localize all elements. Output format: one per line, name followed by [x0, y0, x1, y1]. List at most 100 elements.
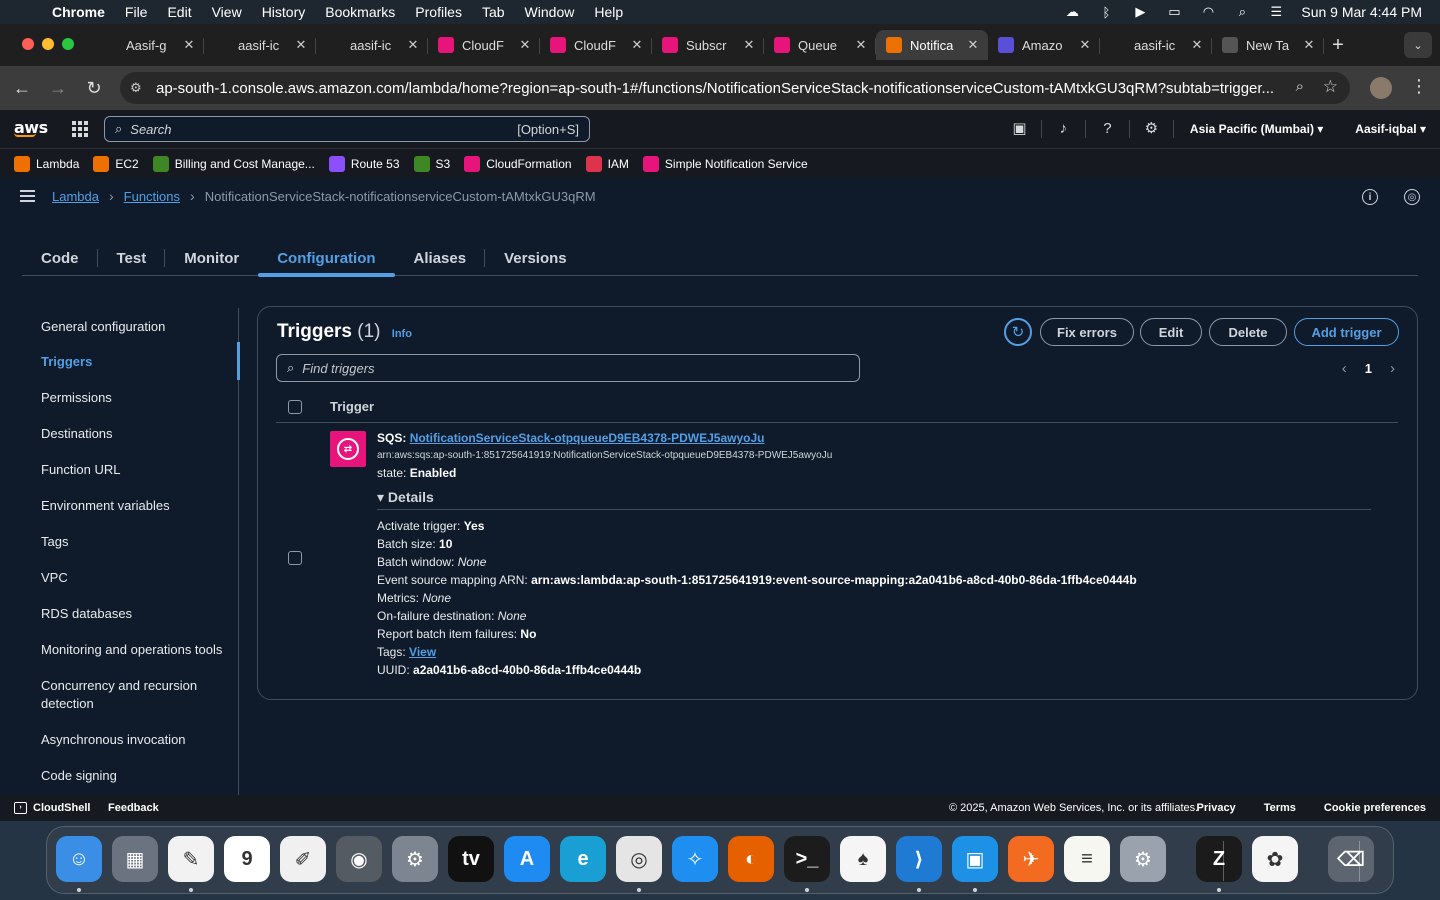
firefox-icon[interactable]: ◐ — [728, 836, 774, 882]
calendar-icon[interactable]: 9 — [224, 836, 270, 882]
services-grid-icon[interactable] — [72, 121, 88, 137]
side-nav-vpc[interactable]: VPC — [41, 569, 231, 587]
menu-file[interactable]: File — [115, 4, 158, 20]
browser-tab[interactable]: aasif-ic ✕ — [1100, 30, 1212, 60]
tab-configuration[interactable]: Configuration — [258, 240, 395, 277]
details-toggle[interactable]: ▾ Details — [377, 489, 434, 506]
screenshot-icon[interactable]: ◉ — [336, 836, 382, 882]
fix-errors-button[interactable]: Fix errors — [1040, 318, 1134, 346]
side-nav-concurrency-and-recursion-detection[interactable]: Concurrency and recursion detection — [41, 677, 231, 713]
aws-search-input[interactable]: ⌕ Search [Option+S] — [104, 116, 590, 142]
side-nav-environment-variables[interactable]: Environment variables — [41, 497, 231, 515]
next-page-icon[interactable]: › — [1390, 360, 1395, 377]
favorite-ec2[interactable]: EC2 — [93, 155, 139, 172]
control-center-icon[interactable]: ☰ — [1267, 4, 1285, 19]
browser-tab[interactable]: Queue ✕ — [764, 30, 876, 60]
notes-icon[interactable]: ≡ — [1064, 836, 1110, 882]
bookmark-star-icon[interactable]: ☆ — [1323, 77, 1338, 97]
browser-tab[interactable]: Aasif-g ✕ — [92, 30, 204, 60]
zed-icon[interactable]: Z — [1196, 836, 1242, 882]
tab-search-chevron-icon[interactable]: ⌄ — [1404, 32, 1432, 58]
trigger-queue-link[interactable]: NotificationServiceStack-otpqueueD9EB437… — [410, 431, 765, 445]
reload-icon[interactable]: ↻ — [76, 70, 112, 106]
current-page[interactable]: 1 — [1365, 361, 1372, 376]
triggers-info-link[interactable]: Info — [392, 328, 412, 340]
tab-versions[interactable]: Versions — [485, 240, 586, 276]
menu-help[interactable]: Help — [584, 4, 633, 20]
browser-tab[interactable]: Subscr ✕ — [652, 30, 764, 60]
bluetooth-icon[interactable]: ᛒ — [1097, 5, 1115, 20]
zoom-window-button[interactable] — [62, 38, 74, 50]
close-tab-icon[interactable]: ✕ — [742, 37, 756, 53]
close-tab-icon[interactable]: ✕ — [294, 37, 308, 53]
select-all-checkbox[interactable] — [288, 400, 302, 414]
feedback-link[interactable]: Feedback — [108, 802, 159, 814]
menu-edit[interactable]: Edit — [157, 4, 201, 20]
menu-window[interactable]: Window — [515, 4, 585, 20]
favorite-iam[interactable]: IAM — [585, 155, 629, 172]
textedit-icon[interactable]: ✐ — [280, 836, 326, 882]
side-nav-destinations[interactable]: Destinations — [41, 425, 231, 443]
favorite-route-53[interactable]: Route 53 — [328, 155, 400, 172]
breadcrumb-functions[interactable]: Functions — [124, 189, 180, 204]
menu-clock[interactable]: Sun 9 Mar 4:44 PM — [1301, 4, 1422, 20]
trash-icon[interactable]: ⌫ — [1328, 836, 1374, 882]
spotlight-icon[interactable]: ⌕ — [1233, 4, 1251, 19]
delete-button[interactable]: Delete — [1209, 318, 1287, 346]
menu-view[interactable]: View — [202, 4, 252, 20]
back-arrow-icon[interactable]: ← — [4, 70, 40, 106]
docker-icon[interactable]: ▣ — [952, 836, 998, 882]
cloudshell-button[interactable]: › CloudShell — [14, 802, 90, 814]
account-menu[interactable]: Aasif-iqbal ▾ — [1339, 122, 1426, 136]
photos-icon[interactable]: ✿ — [1252, 836, 1298, 882]
side-nav-menu-icon[interactable] — [20, 190, 35, 202]
terminal-icon[interactable]: >_ — [784, 836, 830, 882]
favorite-s3[interactable]: S3 — [413, 155, 450, 172]
close-tab-icon[interactable]: ✕ — [406, 37, 420, 53]
preferences-icon[interactable]: ⚙ — [1120, 836, 1166, 882]
battery-icon[interactable]: ▭ — [1165, 4, 1183, 19]
browser-tab[interactable]: New Ta ✕ — [1212, 30, 1324, 60]
browser-tab[interactable]: aasif-ic ✕ — [316, 30, 428, 60]
close-tab-icon[interactable]: ✕ — [518, 37, 532, 53]
info-icon[interactable]: i — [1362, 189, 1378, 205]
stage-manager-icon[interactable]: ☁ — [1063, 4, 1081, 19]
cookie-preferences-link[interactable]: Cookie preferences — [1324, 802, 1426, 814]
settings-gear-icon[interactable]: ⚙ — [1130, 120, 1174, 138]
help-icon[interactable]: ? — [1086, 120, 1130, 138]
menu-profiles[interactable]: Profiles — [405, 4, 472, 20]
close-window-button[interactable] — [22, 38, 34, 50]
tab-code[interactable]: Code — [22, 240, 98, 276]
tab-monitor[interactable]: Monitor — [165, 240, 258, 276]
favorite-lambda[interactable]: Lambda — [14, 155, 79, 172]
browser-tab[interactable]: CloudF ✕ — [540, 30, 652, 60]
address-url[interactable]: ap-south-1.console.aws.amazon.com/lambda… — [156, 80, 1276, 97]
terms-link[interactable]: Terms — [1264, 802, 1296, 814]
wifi-icon[interactable]: ◠ — [1199, 4, 1217, 19]
side-nav-triggers[interactable]: Triggers — [41, 353, 231, 371]
menu-app-name[interactable]: Chrome — [40, 4, 115, 20]
edge-icon[interactable]: e — [560, 836, 606, 882]
settings-hex-icon[interactable]: ◎ — [1404, 189, 1420, 205]
row-select-checkbox[interactable] — [288, 551, 302, 565]
close-tab-icon[interactable]: ✕ — [854, 37, 868, 53]
find-triggers-input[interactable]: ⌕ Find triggers — [276, 354, 860, 382]
mongodb-icon[interactable]: ♠ — [840, 836, 886, 882]
chrome-menu-icon[interactable]: ⋮ — [1410, 76, 1428, 97]
aws-logo[interactable]: aws — [14, 118, 48, 137]
minimize-window-button[interactable] — [42, 38, 54, 50]
side-nav-asynchronous-invocation[interactable]: Asynchronous invocation — [41, 731, 231, 749]
region-selector[interactable]: Asia Pacific (Mumbai) ▾ — [1174, 122, 1339, 136]
close-tab-icon[interactable]: ✕ — [1078, 37, 1092, 53]
tags-view-link[interactable]: View — [409, 645, 436, 659]
postman-icon[interactable]: ✈ — [1008, 836, 1054, 882]
profile-avatar[interactable] — [1370, 77, 1392, 99]
tab-test[interactable]: Test — [98, 240, 166, 276]
now-playing-icon[interactable]: ▶ — [1131, 4, 1149, 19]
close-tab-icon[interactable]: ✕ — [1302, 37, 1316, 53]
browser-tab[interactable]: aasif-ic ✕ — [204, 30, 316, 60]
notifications-bell-icon[interactable]: ♪ — [1042, 120, 1086, 138]
chrome-icon[interactable]: ◎ — [616, 836, 662, 882]
browser-tab[interactable]: Notifica ✕ — [876, 30, 988, 60]
safari-icon[interactable]: ✧ — [672, 836, 718, 882]
